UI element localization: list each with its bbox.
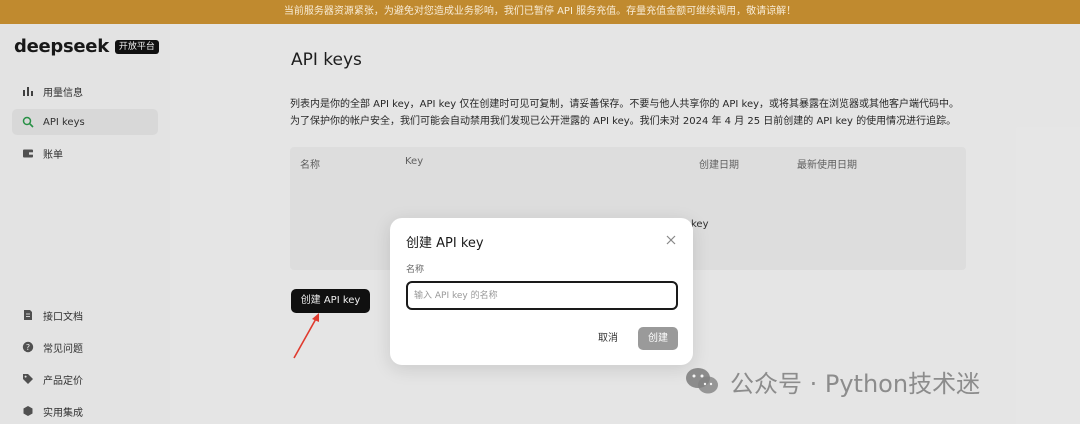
cancel-button[interactable]: 取消 [588, 328, 628, 350]
annotation-arrow-icon [293, 313, 319, 359]
name-field-label: 名称 [406, 265, 425, 275]
create-api-key-dialog: 创建 API key 名称 取消 创建 [390, 218, 693, 365]
wechat-icon [686, 368, 718, 394]
confirm-create-button[interactable]: 创建 [638, 327, 678, 350]
api-key-name-input[interactable] [406, 281, 678, 310]
close-icon[interactable] [665, 234, 677, 246]
notice-banner: 当前服务器资源紧张，为避免对您造成业务影响，我们已暂停 API 服务充值。存量充… [0, 0, 1080, 24]
watermark-text: 公众号 · Python技术迷 [730, 369, 981, 398]
dialog-title: 创建 API key [406, 236, 484, 251]
watermark: 公众号 · Python技术迷 [684, 362, 980, 400]
